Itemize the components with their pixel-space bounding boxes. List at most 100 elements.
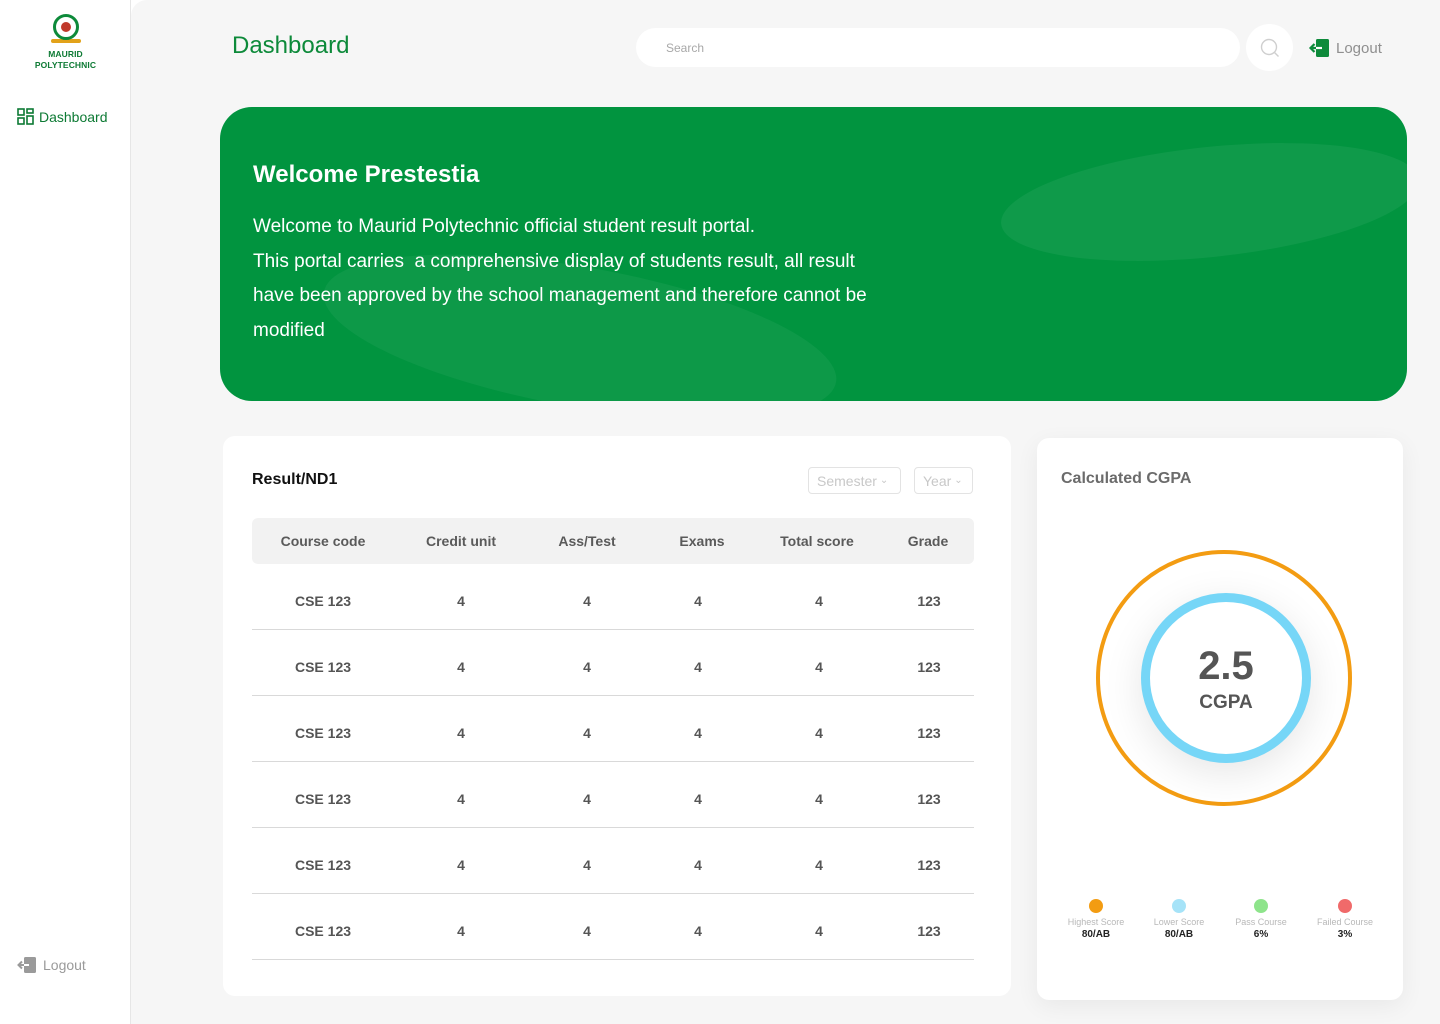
result-title: Result/ND1 <box>252 471 338 488</box>
cell-grade: 123 <box>917 659 941 675</box>
cell-total-score: 4 <box>815 593 823 609</box>
semester-select[interactable]: Semester ⌄ <box>808 467 901 494</box>
column-header-grade: Grade <box>907 533 949 549</box>
legend-pass-course: Pass Course 6% <box>1221 899 1301 940</box>
banner-decoration <box>995 125 1407 279</box>
main-content: Dashboard Logout Welcome Prestestia Welc… <box>131 0 1440 1024</box>
sidebar-item-dashboard[interactable]: Dashboard <box>17 108 108 125</box>
legend-dot <box>1172 899 1186 913</box>
legend-label: Failed Course <box>1316 917 1374 927</box>
cgpa-label: CGPA <box>1199 692 1253 713</box>
chevron-down-icon: ⌄ <box>954 475 963 486</box>
school-name-line1: MAURID <box>48 49 83 59</box>
welcome-line: modified <box>253 319 325 341</box>
sidebar-item-label: Dashboard <box>39 108 108 125</box>
welcome-line: This portal carries a comprehensive disp… <box>253 250 855 272</box>
welcome-banner: Welcome Prestestia Welcome to Maurid Pol… <box>220 107 1407 401</box>
legend-value: 80/AB <box>1164 929 1194 940</box>
cell-ass-test: 4 <box>583 593 591 609</box>
legend-dot <box>1254 899 1268 913</box>
header-logout-label: Logout <box>1336 39 1382 57</box>
cell-exams: 4 <box>694 593 702 609</box>
cell-credit-unit: 4 <box>457 593 465 609</box>
legend-label: Pass Course <box>1235 917 1287 927</box>
cell-exams: 4 <box>694 857 702 873</box>
cell-ass-test: 4 <box>583 923 591 939</box>
cell-total-score: 4 <box>815 659 823 675</box>
cell-ass-test: 4 <box>583 659 591 675</box>
cell-credit-unit: 4 <box>457 923 465 939</box>
legend-label: Highest Score <box>1067 917 1125 927</box>
legend-failed-course: Failed Course 3% <box>1305 899 1385 940</box>
search-input[interactable] <box>636 28 1240 67</box>
column-header-total-score: Total score <box>780 533 854 549</box>
search-button[interactable] <box>1246 24 1293 71</box>
school-name-line2: POLYTECHNIC <box>34 60 97 70</box>
school-name: MAURID POLYTECHNIC <box>0 49 131 71</box>
year-select[interactable]: Year ⌄ <box>914 467 973 494</box>
logout-icon <box>1308 39 1329 57</box>
cell-course-code: CSE 123 <box>294 791 352 807</box>
cell-credit-unit: 4 <box>457 725 465 741</box>
cell-grade: 123 <box>917 725 941 741</box>
cgpa-card: Calculated CGPA 2.5 CGPA Highest Score 8… <box>1037 438 1403 1000</box>
page-title: Dashboard <box>232 32 350 59</box>
result-card: Result/ND1 Semester ⌄ Year ⌄ Course code… <box>223 436 1011 996</box>
year-select-value: Year <box>923 472 952 489</box>
logout-icon <box>17 957 36 973</box>
cell-grade: 123 <box>917 791 941 807</box>
cell-ass-test: 4 <box>583 791 591 807</box>
welcome-title: Welcome Prestestia <box>253 161 480 188</box>
school-crest-icon <box>52 14 79 40</box>
cell-course-code: CSE 123 <box>294 725 352 741</box>
welcome-message: Welcome to Maurid Polytechnic official s… <box>253 210 933 348</box>
column-header-exams: Exams <box>679 533 725 549</box>
header-logout-button[interactable]: Logout <box>1308 38 1382 58</box>
cell-course-code: CSE 123 <box>294 923 352 939</box>
legend-lower-score: Lower Score 80/AB <box>1139 899 1219 940</box>
table-row: CSE 123 4 4 4 4 123 <box>252 564 974 630</box>
sidebar-logout-label: Logout <box>43 957 86 973</box>
cell-course-code: CSE 123 <box>294 857 352 873</box>
cell-exams: 4 <box>694 791 702 807</box>
legend-value: 3% <box>1337 929 1353 940</box>
welcome-line: Welcome to Maurid Polytechnic official s… <box>253 216 755 237</box>
cell-credit-unit: 4 <box>457 659 465 675</box>
cell-grade: 123 <box>917 857 941 873</box>
cell-total-score: 4 <box>815 791 823 807</box>
legend-value: 80/AB <box>1081 929 1111 940</box>
cell-credit-unit: 4 <box>457 857 465 873</box>
sidebar: MAURID POLYTECHNIC Dashboard Logout <box>0 0 131 1024</box>
cgpa-value: 2.5 <box>1198 644 1254 688</box>
school-logo[interactable]: MAURID POLYTECHNIC <box>0 14 131 71</box>
dashboard-grid-icon <box>17 108 34 125</box>
legend-value: 6% <box>1253 929 1269 940</box>
table-row: CSE 123 4 4 4 4 123 <box>252 894 974 960</box>
cell-total-score: 4 <box>815 857 823 873</box>
legend-dot <box>1089 899 1103 913</box>
legend-dot <box>1338 899 1352 913</box>
column-header-credit-unit: Credit unit <box>426 533 496 549</box>
column-header-ass-test: Ass/Test <box>558 533 616 549</box>
cell-grade: 123 <box>917 923 941 939</box>
cell-total-score: 4 <box>815 725 823 741</box>
cell-exams: 4 <box>694 659 702 675</box>
cell-total-score: 4 <box>815 923 823 939</box>
search-icon <box>1260 38 1279 57</box>
legend-highest-score: Highest Score 80/AB <box>1056 899 1136 940</box>
cell-course-code: CSE 123 <box>294 659 352 675</box>
cgpa-title: Calculated CGPA <box>1061 470 1192 487</box>
table-row: CSE 123 4 4 4 4 123 <box>252 762 974 828</box>
sidebar-logout-button[interactable]: Logout <box>17 956 86 974</box>
result-table-header: Course code Credit unit Ass/Test Exams T… <box>252 518 974 564</box>
table-row: CSE 123 4 4 4 4 123 <box>252 696 974 762</box>
cell-ass-test: 4 <box>583 725 591 741</box>
semester-select-value: Semester <box>817 472 877 489</box>
table-row: CSE 123 4 4 4 4 123 <box>252 630 974 696</box>
cell-course-code: CSE 123 <box>294 593 352 609</box>
chevron-down-icon: ⌄ <box>879 475 889 486</box>
column-header-course-code: Course code <box>280 533 366 549</box>
cell-exams: 4 <box>694 725 702 741</box>
table-row: CSE 123 4 4 4 4 123 <box>252 828 974 894</box>
cell-ass-test: 4 <box>583 857 591 873</box>
